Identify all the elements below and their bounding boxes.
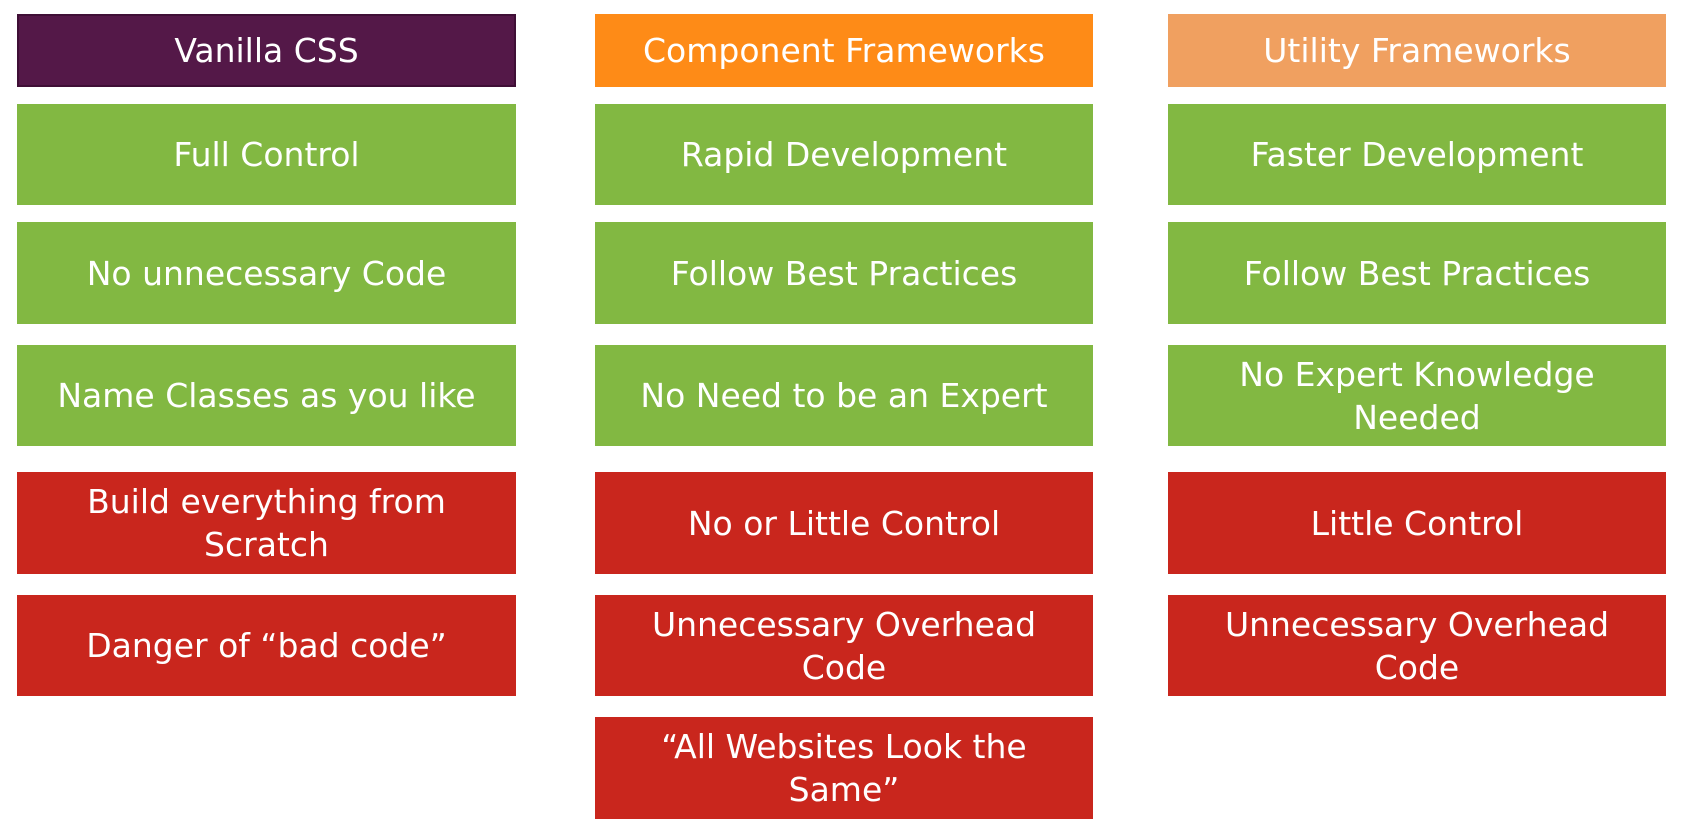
pro-box: Follow Best Practices xyxy=(595,222,1093,324)
con-box: Unnecessary Overhead Code xyxy=(1168,595,1666,696)
con-box: “All Websites Look the Same” xyxy=(595,717,1093,819)
pro-box: Follow Best Practices xyxy=(1168,222,1666,324)
pro-box: Full Control xyxy=(17,104,516,205)
pro-box: Faster Development xyxy=(1168,104,1666,205)
con-box: Unnecessary Overhead Code xyxy=(595,595,1093,696)
con-box: Build everything from Scratch xyxy=(17,472,516,574)
pro-box: Rapid Development xyxy=(595,104,1093,205)
column-header-component-frameworks: Component Frameworks xyxy=(595,14,1093,87)
pro-box: No Expert Knowledge Needed xyxy=(1168,345,1666,446)
pro-box: No Need to be an Expert xyxy=(595,345,1093,446)
pro-box: Name Classes as you like xyxy=(17,345,516,446)
con-box: Danger of “bad code” xyxy=(17,595,516,696)
pro-box: No unnecessary Code xyxy=(17,222,516,324)
con-box: No or Little Control xyxy=(595,472,1093,574)
con-box: Little Control xyxy=(1168,472,1666,574)
column-header-utility-frameworks: Utility Frameworks xyxy=(1168,14,1666,87)
column-header-vanilla-css: Vanilla CSS xyxy=(17,14,516,87)
